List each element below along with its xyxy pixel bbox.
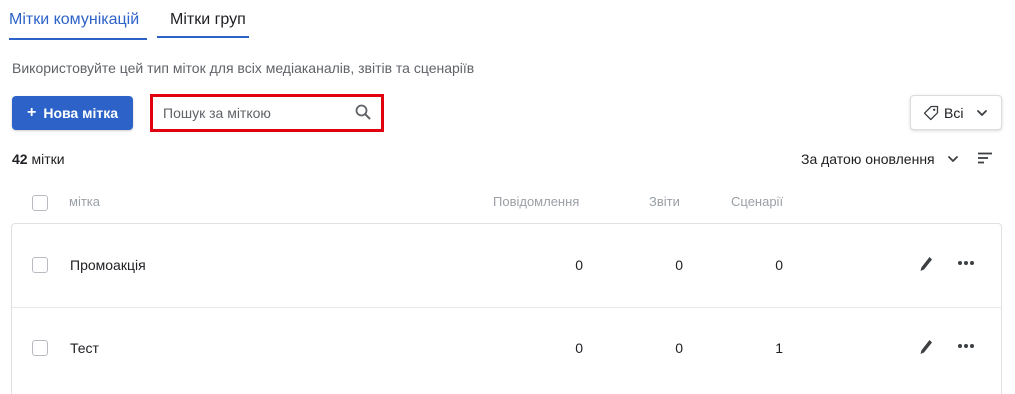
more-options-icon[interactable] <box>957 260 975 266</box>
tag-icon <box>923 105 939 120</box>
pencil-icon[interactable] <box>919 339 933 355</box>
select-all-checkbox[interactable] <box>32 195 48 211</box>
more-options-icon[interactable] <box>957 343 975 349</box>
messages-count: 0 <box>575 340 583 356</box>
label-filter-dropdown[interactable]: Всі <box>910 95 1002 130</box>
tab-bar: Мітки комунікацій Мітки груп <box>9 0 249 40</box>
search-box-highlight <box>150 94 384 132</box>
messages-count: 0 <box>575 257 583 273</box>
column-header-reports: Звіти <box>649 194 680 209</box>
label-name: Тест <box>70 340 99 356</box>
reports-count: 0 <box>675 257 683 273</box>
sort-dropdown[interactable]: За датою оновлення <box>801 151 959 167</box>
plus-icon: + <box>27 104 37 121</box>
labels-count-suffix: мітки <box>31 151 65 167</box>
page-description: Використовуйте цей тип міток для всіх ме… <box>12 60 475 76</box>
add-label-button-text: Нова мітка <box>43 105 118 121</box>
tab-communication-labels[interactable]: Мітки комунікацій <box>9 0 147 40</box>
tab-group-labels[interactable]: Мітки груп <box>157 0 249 38</box>
scenarios-count: 0 <box>775 257 783 273</box>
reports-count: 0 <box>675 340 683 356</box>
chevron-down-icon <box>977 109 988 116</box>
labels-table: Промоакція 0 0 0 Тест 0 0 1 <box>11 223 1002 394</box>
search-icon[interactable] <box>355 104 371 120</box>
row-checkbox[interactable] <box>32 257 48 273</box>
chevron-down-icon <box>947 156 958 162</box>
pencil-icon[interactable] <box>919 256 933 272</box>
labels-page: Мітки комунікацій Мітки груп Використову… <box>0 0 1015 394</box>
column-header-label: мітка <box>69 194 100 209</box>
column-header-scenarios: Сценарії <box>731 194 784 209</box>
sort-order-icon[interactable] <box>978 152 992 164</box>
add-label-button[interactable]: + Нова мітка <box>12 96 133 130</box>
labels-count-number: 42 <box>12 151 28 167</box>
table-row: Промоакція 0 0 0 <box>12 224 1001 308</box>
sort-label: За датою оновлення <box>801 151 935 167</box>
row-checkbox[interactable] <box>32 340 48 356</box>
search-input[interactable] <box>163 103 343 123</box>
filter-selected-value: Всі <box>944 104 964 121</box>
labels-count: 42 мітки <box>12 151 65 167</box>
table-row: Тест 0 0 1 <box>12 307 1001 390</box>
label-name: Промоакція <box>70 257 146 273</box>
table-header: мітка Повідомлення Звіти Сценарії <box>0 184 1015 220</box>
column-header-messages: Повідомлення <box>493 194 580 209</box>
scenarios-count: 1 <box>775 340 783 356</box>
